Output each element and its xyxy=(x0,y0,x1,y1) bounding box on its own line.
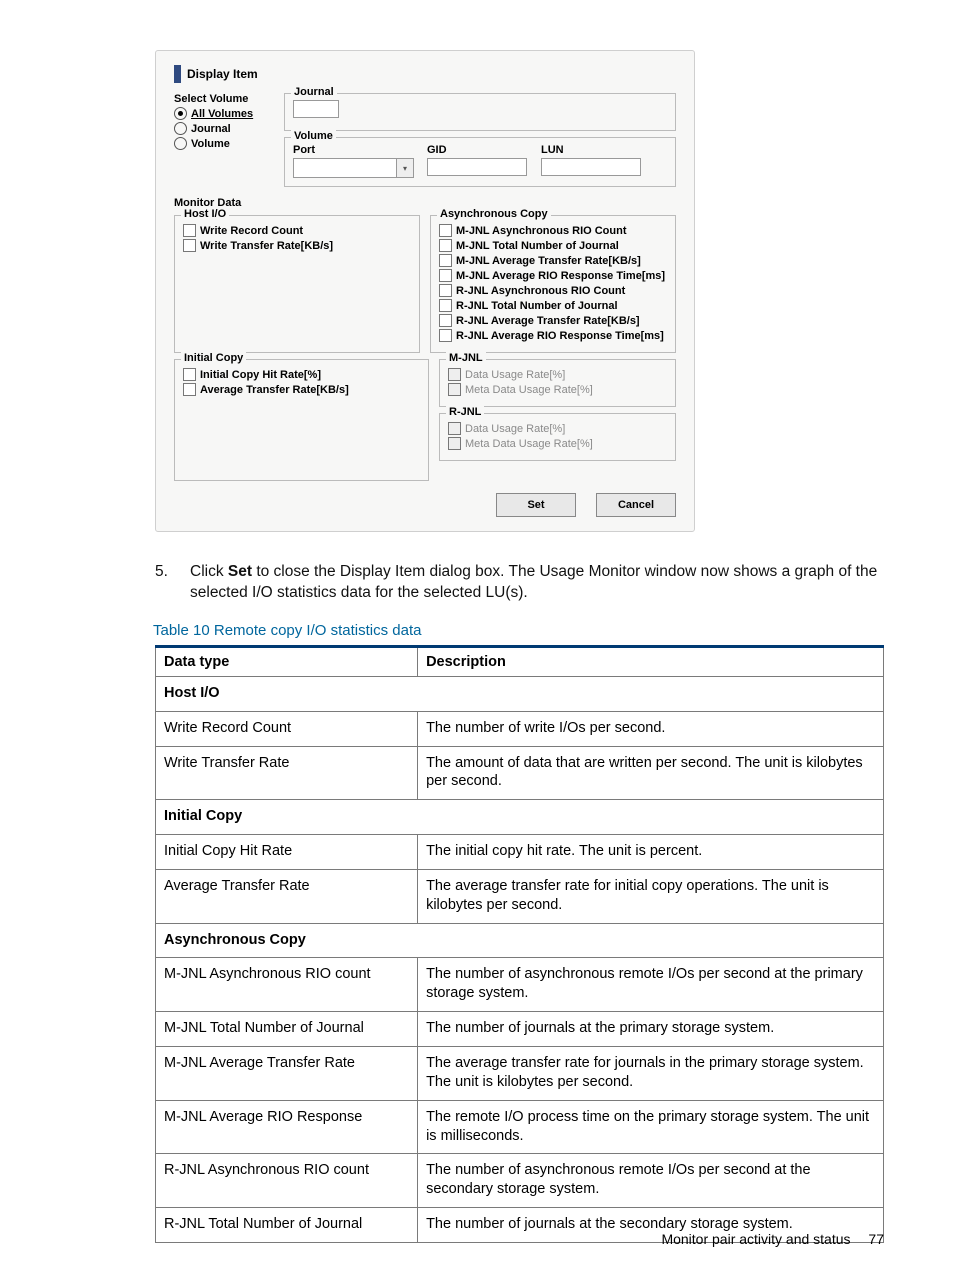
journal-input[interactable] xyxy=(293,100,339,118)
radio-volume-label: Volume xyxy=(191,138,230,150)
description-cell: The number of write I/Os per second. xyxy=(418,711,884,746)
cb-initial-avg[interactable]: Average Transfer Rate[KB/s] xyxy=(183,383,420,396)
table-10: Data type Description Host I/OWrite Reco… xyxy=(155,645,884,1243)
cb-r-rio[interactable]: R-JNL Asynchronous RIO Count xyxy=(439,284,667,297)
host-io-fieldset: Host I/O Write Record Count Write Transf… xyxy=(174,215,420,353)
radio-volume[interactable]: Volume xyxy=(174,137,274,150)
radio-journal[interactable]: Journal xyxy=(174,122,274,135)
async-copy-fieldset: Asynchronous Copy M-JNL Asynchronous RIO… xyxy=(430,215,676,353)
cb-write-record[interactable]: Write Record Count xyxy=(183,224,411,237)
section-cell: Initial Copy xyxy=(156,800,884,835)
journal-fieldset: Journal xyxy=(284,93,676,131)
radio-all-volumes[interactable]: All Volumes xyxy=(174,107,274,120)
monitor-data-label: Monitor Data xyxy=(174,197,676,209)
chevron-down-icon[interactable]: ▾ xyxy=(397,158,414,178)
description-cell: The number of asynchronous remote I/Os p… xyxy=(418,1154,884,1208)
description-cell: The average transfer rate for journals i… xyxy=(418,1046,884,1100)
cb-m-resp[interactable]: M-JNL Average RIO Response Time[ms] xyxy=(439,269,667,282)
page-footer: Monitor pair activity and status 77 xyxy=(661,1231,884,1247)
table-row: R-JNL Asynchronous RIO countThe number o… xyxy=(156,1154,884,1208)
step-5: 5. Click Set to close the Display Item d… xyxy=(155,562,884,604)
table-row: Write Transfer RateThe amount of data th… xyxy=(156,746,884,800)
data-type-cell: M-JNL Total Number of Journal xyxy=(156,1012,418,1047)
page-number: 77 xyxy=(868,1231,884,1247)
set-button[interactable]: Set xyxy=(496,493,576,517)
data-type-cell: M-JNL Average RIO Response xyxy=(156,1100,418,1154)
table-row: Initial Copy xyxy=(156,800,884,835)
data-type-cell: M-JNL Average Transfer Rate xyxy=(156,1046,418,1100)
cb-write-rate[interactable]: Write Transfer Rate[KB/s] xyxy=(183,239,411,252)
display-item-dialog: Display Item Select Volume All Volumes J… xyxy=(155,50,695,532)
cb-m-total[interactable]: M-JNL Total Number of Journal xyxy=(439,239,667,252)
cb-rjnl-data: Data Usage Rate[%] xyxy=(448,422,667,435)
radio-journal-label: Journal xyxy=(191,123,231,135)
data-type-cell: Write Transfer Rate xyxy=(156,746,418,800)
cb-mjnl-meta: Meta Data Usage Rate[%] xyxy=(448,383,667,396)
table-row: M-JNL Asynchronous RIO countThe number o… xyxy=(156,958,884,1012)
step-text: Click Set to close the Display Item dial… xyxy=(190,562,884,604)
cb-m-rio[interactable]: M-JNL Asynchronous RIO Count xyxy=(439,224,667,237)
radio-icon xyxy=(174,137,187,150)
section-cell: Asynchronous Copy xyxy=(156,923,884,958)
cb-r-total[interactable]: R-JNL Total Number of Journal xyxy=(439,299,667,312)
volume-legend: Volume xyxy=(291,130,336,142)
initial-copy-legend: Initial Copy xyxy=(181,352,246,364)
async-legend: Asynchronous Copy xyxy=(437,208,551,220)
lun-label: LUN xyxy=(541,144,651,156)
data-type-cell: R-JNL Total Number of Journal xyxy=(156,1208,418,1243)
initial-copy-fieldset: Initial Copy Initial Copy Hit Rate[%] Av… xyxy=(174,359,429,481)
description-cell: The initial copy hit rate. The unit is p… xyxy=(418,835,884,870)
lun-input[interactable] xyxy=(541,158,641,176)
port-select[interactable] xyxy=(293,158,397,178)
host-io-legend: Host I/O xyxy=(181,208,229,220)
radio-icon xyxy=(174,107,187,120)
data-type-cell: M-JNL Asynchronous RIO count xyxy=(156,958,418,1012)
journal-legend: Journal xyxy=(291,86,337,98)
title-bar-icon xyxy=(174,65,181,83)
col-data-type: Data type xyxy=(156,646,418,676)
cb-m-rate[interactable]: M-JNL Average Transfer Rate[KB/s] xyxy=(439,254,667,267)
description-cell: The amount of data that are written per … xyxy=(418,746,884,800)
rjnl-legend: R-JNL xyxy=(446,406,484,418)
table-row: Initial Copy Hit RateThe initial copy hi… xyxy=(156,835,884,870)
mjnl-fieldset: M-JNL Data Usage Rate[%] Meta Data Usage… xyxy=(439,359,676,407)
table-row: M-JNL Average RIO ResponseThe remote I/O… xyxy=(156,1100,884,1154)
table-row: Write Record CountThe number of write I/… xyxy=(156,711,884,746)
table-row: Asynchronous Copy xyxy=(156,923,884,958)
table-row: M-JNL Total Number of JournalThe number … xyxy=(156,1012,884,1047)
data-type-cell: Initial Copy Hit Rate xyxy=(156,835,418,870)
cb-initial-hit[interactable]: Initial Copy Hit Rate[%] xyxy=(183,368,420,381)
cb-rjnl-meta: Meta Data Usage Rate[%] xyxy=(448,437,667,450)
table-row: M-JNL Average Transfer RateThe average t… xyxy=(156,1046,884,1100)
select-volume-label: Select Volume xyxy=(174,93,274,105)
description-cell: The average transfer rate for initial co… xyxy=(418,869,884,923)
port-label: Port xyxy=(293,144,423,156)
footer-text: Monitor pair activity and status xyxy=(661,1231,850,1247)
section-cell: Host I/O xyxy=(156,676,884,711)
data-type-cell: Average Transfer Rate xyxy=(156,869,418,923)
col-description: Description xyxy=(418,646,884,676)
data-type-cell: R-JNL Asynchronous RIO count xyxy=(156,1154,418,1208)
description-cell: The number of asynchronous remote I/Os p… xyxy=(418,958,884,1012)
table-row: Host I/O xyxy=(156,676,884,711)
gid-input[interactable] xyxy=(427,158,527,176)
cb-r-resp[interactable]: R-JNL Average RIO Response Time[ms] xyxy=(439,329,667,342)
description-cell: The number of journals at the primary st… xyxy=(418,1012,884,1047)
radio-icon xyxy=(174,122,187,135)
description-cell: The remote I/O process time on the prima… xyxy=(418,1100,884,1154)
step-number: 5. xyxy=(155,562,190,604)
cb-mjnl-data: Data Usage Rate[%] xyxy=(448,368,667,381)
volume-fieldset: Volume Port ▾ GID xyxy=(284,137,676,187)
radio-all-volumes-label: All Volumes xyxy=(191,108,253,120)
table-caption: Table 10 Remote copy I/O statistics data xyxy=(153,622,884,639)
cb-r-rate[interactable]: R-JNL Average Transfer Rate[KB/s] xyxy=(439,314,667,327)
mjnl-legend: M-JNL xyxy=(446,352,486,364)
table-row: Average Transfer RateThe average transfe… xyxy=(156,869,884,923)
data-type-cell: Write Record Count xyxy=(156,711,418,746)
rjnl-fieldset: R-JNL Data Usage Rate[%] Meta Data Usage… xyxy=(439,413,676,461)
cancel-button[interactable]: Cancel xyxy=(596,493,676,517)
gid-label: GID xyxy=(427,144,537,156)
dialog-title-text: Display Item xyxy=(187,67,258,81)
dialog-title: Display Item xyxy=(174,65,676,83)
